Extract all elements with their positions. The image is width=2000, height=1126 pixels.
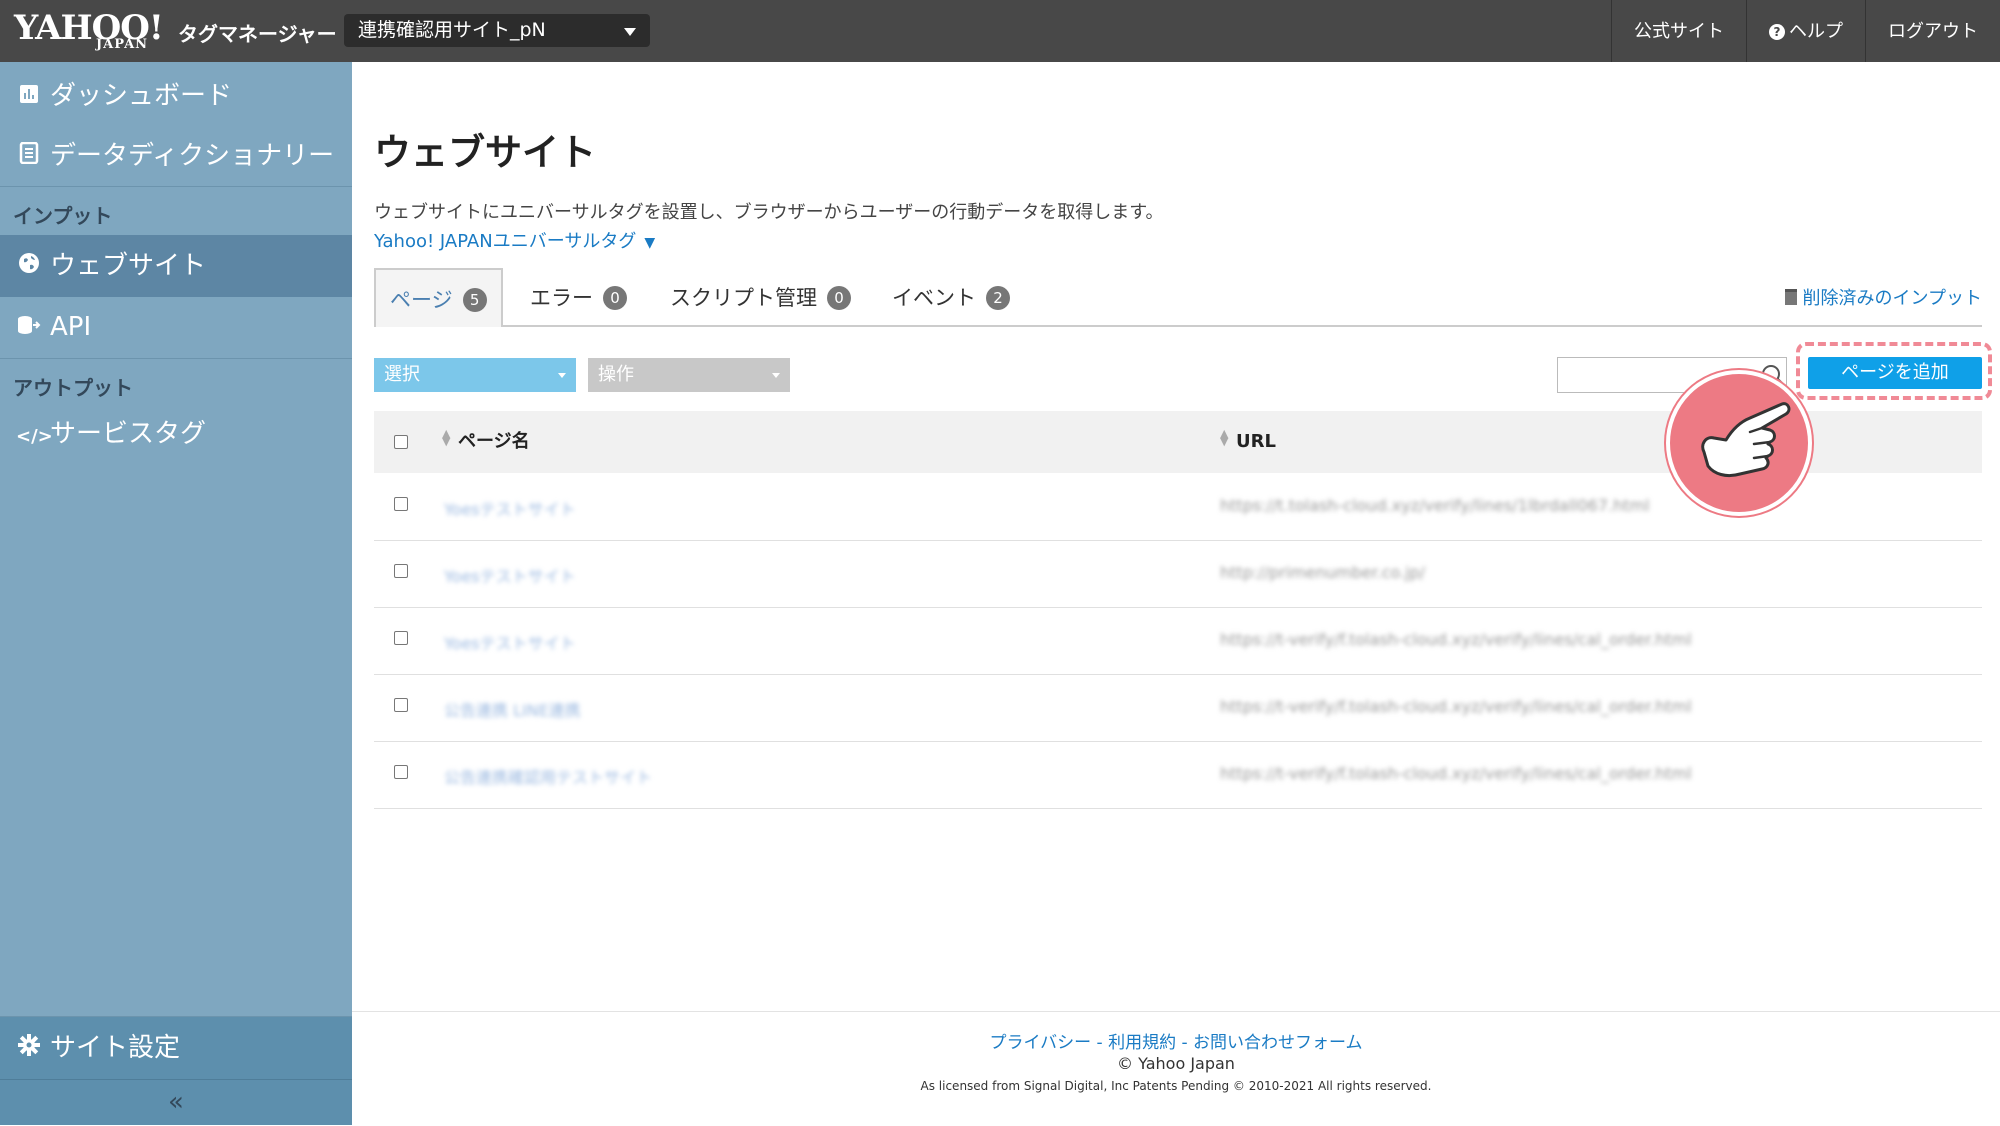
tab-pages-label: ページ bbox=[390, 288, 453, 312]
api-icon bbox=[16, 302, 42, 356]
chevron-down-icon bbox=[624, 28, 636, 36]
sidebar-heading-input: インプット bbox=[13, 204, 113, 228]
operation-dropdown-value: 操作 bbox=[598, 364, 634, 385]
tab-script-count: 0 bbox=[827, 286, 851, 310]
column-label-page-name: ページ名 bbox=[458, 431, 530, 452]
row-checkbox[interactable] bbox=[394, 631, 408, 645]
dictionary-icon bbox=[16, 132, 42, 184]
sidebar-divider bbox=[0, 358, 352, 359]
sidebar-label-data-dictionary: データディクショナリー bbox=[50, 141, 335, 171]
nav-official-site[interactable]: 公式サイト bbox=[1611, 0, 1746, 62]
trash-icon bbox=[1784, 289, 1797, 305]
tab-script-label: スクリプト管理 bbox=[670, 286, 817, 310]
sidebar-divider bbox=[0, 186, 352, 187]
tab-pages[interactable]: ページ 5 bbox=[374, 268, 503, 327]
column-header-page-name[interactable]: ▲ ▼ ページ名 bbox=[442, 411, 530, 473]
select-all-checkbox[interactable] bbox=[394, 435, 408, 449]
sidebar-label-service-tag: サービスタグ bbox=[50, 419, 207, 449]
sidebar: ダッシュボード データディクショナリー インプット ウェブサイト API アウト… bbox=[0, 62, 352, 1125]
sidebar-label-website: ウェブサイト bbox=[50, 251, 207, 281]
universal-tag-link-label: Yahoo! JAPANユニバーサルタグ bbox=[374, 231, 637, 252]
tab-pages-count: 5 bbox=[462, 288, 487, 312]
code-icon: </> bbox=[16, 426, 53, 447]
footer: プライバシー - 利用規約 - お問い合わせフォーム © Yahoo Japan… bbox=[352, 1011, 2000, 1126]
table-row: 公告連携 LINE連携 https://t-verify/f.tolash-cl… bbox=[374, 674, 1982, 742]
gear-icon bbox=[16, 1019, 42, 1081]
sidebar-item-site-settings[interactable]: サイト設定 bbox=[0, 1016, 352, 1078]
table-row: Yoesテストサイト https://t-verify/f.tolash-clo… bbox=[374, 607, 1982, 675]
help-icon: ? bbox=[1769, 24, 1785, 40]
sidebar-bottom: サイト設定 « bbox=[0, 1016, 352, 1125]
tab-events-count: 2 bbox=[986, 286, 1010, 310]
tab-events-label: イベント bbox=[892, 286, 976, 310]
chevron-down-icon bbox=[772, 373, 780, 378]
sidebar-item-data-dictionary[interactable]: データディクショナリー bbox=[0, 130, 352, 182]
page-url: https://t-verify/f.tolash-cloud.xyz/veri… bbox=[1220, 764, 1692, 783]
sidebar-heading-output: アウトプット bbox=[13, 376, 133, 400]
tab-script-management[interactable]: スクリプト管理 0 bbox=[670, 268, 851, 325]
tab-events[interactable]: イベント 2 bbox=[892, 268, 1010, 325]
globe-icon bbox=[16, 237, 42, 299]
page-name-link[interactable]: Yoesテストサイト bbox=[444, 496, 576, 520]
page-url: https://t-verify/f.tolash-cloud.xyz/veri… bbox=[1220, 697, 1692, 716]
table-row: 公告連携確認用テストサイト https://t-verify/f.tolash-… bbox=[374, 741, 1982, 809]
footer-links[interactable]: プライバシー - 利用規約 - お問い合わせフォーム bbox=[352, 1028, 2000, 1053]
nav-help-label: ヘルプ bbox=[1789, 21, 1843, 42]
page-name-link[interactable]: Yoesテストサイト bbox=[444, 630, 576, 654]
sidebar-item-service-tag[interactable]: </>サービスタグ bbox=[0, 408, 352, 460]
row-checkbox[interactable] bbox=[394, 497, 408, 511]
row-checkbox[interactable] bbox=[394, 765, 408, 779]
dashboard-icon bbox=[16, 72, 42, 124]
pointing-hand-icon bbox=[1666, 370, 1812, 516]
nav-help[interactable]: ? ヘルプ bbox=[1746, 0, 1865, 62]
sidebar-label-site-settings: サイト設定 bbox=[50, 1033, 181, 1063]
caret-down-icon: ▼ bbox=[644, 235, 656, 251]
table-row: Yoesテストサイト http://primenumber.co.jp/ bbox=[374, 540, 1982, 608]
tab-errors-count: 0 bbox=[603, 286, 627, 310]
column-header-url[interactable]: ▲ ▼ URL bbox=[1220, 411, 1276, 473]
row-checkbox[interactable] bbox=[394, 698, 408, 712]
page-name-link[interactable]: 公告連携 LINE連携 bbox=[444, 697, 581, 721]
sidebar-label-api: API bbox=[50, 312, 92, 342]
page-url: http://primenumber.co.jp/ bbox=[1220, 563, 1426, 582]
page-description: ウェブサイトにユニバーサルタグを設置し、ブラウザーからユーザーの行動データを取得… bbox=[374, 202, 1164, 223]
nav-logout[interactable]: ログアウト bbox=[1865, 0, 2000, 62]
operation-dropdown[interactable]: 操作 bbox=[588, 358, 790, 392]
tab-errors-label: エラー bbox=[530, 286, 593, 310]
sort-icon: ▲ ▼ bbox=[442, 427, 451, 448]
universal-tag-link[interactable]: Yahoo! JAPANユニバーサルタグ ▼ bbox=[374, 227, 655, 253]
deleted-inputs-label: 削除済みのインプット bbox=[1802, 288, 1982, 309]
site-selector-value: 連携確認用サイト_pN bbox=[358, 19, 546, 41]
select-dropdown[interactable]: 選択 bbox=[374, 358, 576, 392]
product-name: タグマネージャー bbox=[178, 22, 337, 46]
site-selector[interactable]: 連携確認用サイト_pN bbox=[344, 14, 650, 47]
tab-errors[interactable]: エラー 0 bbox=[530, 268, 627, 325]
add-page-button[interactable]: ページを追加 bbox=[1808, 357, 1982, 389]
column-label-url: URL bbox=[1236, 431, 1276, 452]
page-url: https://t-verify/f.tolash-cloud.xyz/veri… bbox=[1220, 630, 1692, 649]
sidebar-item-api[interactable]: API bbox=[0, 300, 352, 354]
deleted-inputs-link[interactable]: 削除済みのインプット bbox=[1784, 284, 1982, 310]
page-name-link[interactable]: 公告連携確認用テストサイト bbox=[444, 764, 652, 788]
page-title: ウェブサイト bbox=[374, 131, 596, 174]
sidebar-label-dashboard: ダッシュボード bbox=[50, 81, 233, 111]
tab-bar: ページ 5 エラー 0 スクリプト管理 0 イベント 2 bbox=[374, 268, 1982, 327]
chevron-down-icon bbox=[558, 373, 566, 378]
sort-icon: ▲ ▼ bbox=[1220, 427, 1229, 448]
logo-sub-text: JAPAN bbox=[96, 37, 149, 52]
top-nav: 公式サイト ? ヘルプ ログアウト bbox=[1611, 0, 2000, 62]
sidebar-collapse-button[interactable]: « bbox=[0, 1080, 352, 1125]
sidebar-item-website[interactable]: ウェブサイト bbox=[0, 235, 352, 297]
row-checkbox[interactable] bbox=[394, 564, 408, 578]
page-name-link[interactable]: Yoesテストサイト bbox=[444, 563, 576, 587]
footer-license: As licensed from Signal Digital, Inc Pat… bbox=[920, 1079, 1432, 1093]
footer-copyright: © Yahoo Japan bbox=[1117, 1054, 1235, 1073]
select-dropdown-value: 選択 bbox=[384, 364, 420, 385]
page-url: https://t.tolash-cloud.xyz/verify/lines/… bbox=[1220, 496, 1650, 515]
top-bar: YAHOO! JAPAN タグマネージャー 連携確認用サイト_pN 公式サイト … bbox=[0, 0, 2000, 62]
sidebar-item-dashboard[interactable]: ダッシュボード bbox=[0, 70, 352, 122]
